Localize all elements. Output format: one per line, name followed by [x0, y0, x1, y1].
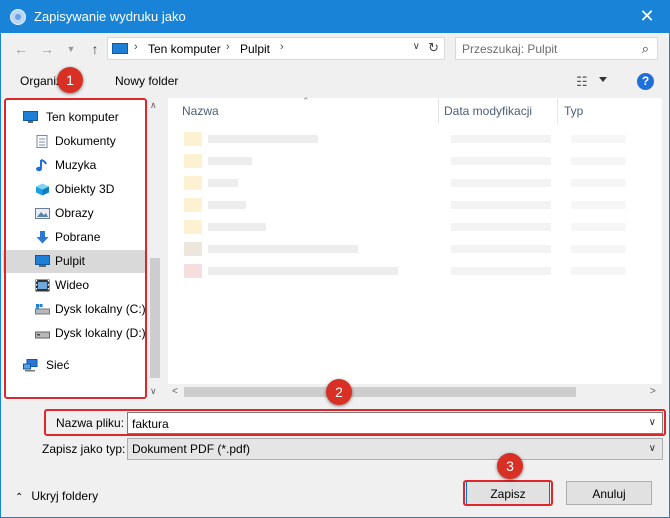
folder-icon: [184, 132, 202, 146]
hscroll-thumb[interactable]: [184, 387, 576, 397]
address-bar[interactable]: › Ten komputer › Pulpit › ∨ ↻: [107, 37, 445, 60]
help-icon[interactable]: ?: [637, 73, 654, 90]
computer-icon: [112, 43, 128, 54]
hide-folders-button[interactable]: ⌃ Ukryj foldery: [15, 489, 98, 503]
column-header-typ[interactable]: Typ: [564, 104, 583, 118]
scroll-right-icon[interactable]: >: [650, 386, 656, 397]
file-list-hscrollbar[interactable]: < >: [168, 384, 662, 400]
nav-scroll-thumb[interactable]: [150, 258, 160, 378]
breadcrumb-separator-icon[interactable]: ›: [134, 41, 138, 53]
back-arrow-icon[interactable]: ←: [11, 39, 31, 59]
title-bar: Zapisywanie wydruku jako ✕: [1, 1, 669, 33]
breadcrumb-separator-icon[interactable]: ›: [280, 41, 284, 53]
view-options-icon[interactable]: ☷: [576, 74, 588, 90]
breadcrumb-separator-icon[interactable]: ›: [226, 41, 230, 53]
scroll-up-icon[interactable]: ∧: [150, 100, 157, 111]
window-title: Zapisywanie wydruku jako: [34, 9, 186, 24]
refresh-icon[interactable]: ↻: [428, 40, 439, 56]
view-dropdown-icon[interactable]: [599, 77, 607, 82]
recent-locations-icon[interactable]: ▼: [61, 39, 81, 59]
annotation-marker-3: 3: [497, 453, 523, 479]
up-arrow-icon[interactable]: ↑: [85, 39, 105, 59]
hide-folders-label: Ukryj foldery: [31, 489, 99, 503]
column-header-nazwa[interactable]: Nazwa: [182, 104, 219, 118]
cancel-button[interactable]: Anuluj: [566, 481, 652, 505]
address-dropdown-icon[interactable]: ∨: [413, 41, 420, 52]
column-divider[interactable]: [557, 98, 558, 124]
app-icon: [10, 9, 26, 25]
column-header-data[interactable]: Data modyfikacji: [444, 104, 532, 118]
nav-scrollbar[interactable]: ∧ ∨: [147, 98, 163, 400]
filetype-select[interactable]: Dokument PDF (*.pdf) ∨: [127, 438, 663, 460]
column-divider[interactable]: [438, 98, 439, 124]
folder-icon: [184, 176, 202, 190]
close-button[interactable]: ✕: [635, 5, 659, 29]
breadcrumb-ten-komputer[interactable]: Ten komputer: [148, 42, 221, 56]
search-input[interactable]: [462, 41, 632, 57]
forward-arrow-icon[interactable]: →: [37, 39, 57, 59]
filetype-label: Zapisz jako typ:: [42, 442, 126, 456]
filetype-value: Dokument PDF (*.pdf): [132, 442, 251, 456]
filetype-dropdown-icon[interactable]: ∨: [649, 443, 656, 454]
folder-icon: [184, 154, 202, 168]
file-icon: [184, 264, 202, 278]
folder-icon: [184, 220, 202, 234]
chevron-up-icon: ⌃: [15, 492, 24, 503]
file-icon: [184, 242, 202, 256]
annotation-marker-1: 1: [57, 67, 83, 93]
search-box[interactable]: ⌕: [455, 37, 658, 60]
new-folder-button[interactable]: Nowy folder: [115, 74, 178, 88]
annotation-marker-2: 2: [326, 379, 352, 405]
folder-icon: [184, 198, 202, 212]
search-icon[interactable]: ⌕: [642, 41, 649, 57]
sort-ascending-icon: ⌃: [302, 96, 310, 106]
scroll-left-icon[interactable]: <: [172, 386, 178, 397]
scroll-down-icon[interactable]: ∨: [150, 386, 157, 397]
save-dialog: Zapisywanie wydruku jako ✕ ← → ▼ ↑ › Ten…: [0, 0, 670, 518]
highlight-filename: [44, 409, 666, 436]
highlight-save-button: [463, 480, 553, 506]
breadcrumb-pulpit[interactable]: Pulpit: [240, 42, 270, 56]
highlight-navigation-pane: [4, 98, 147, 399]
file-list[interactable]: ⌃ Nazwa Data modyfikacji Typ: [168, 96, 662, 384]
